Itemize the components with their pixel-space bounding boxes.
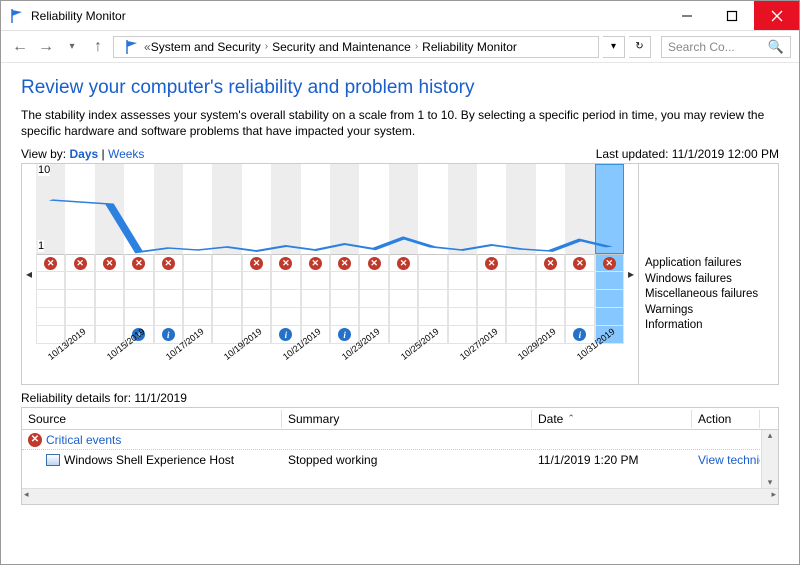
chart-page-right[interactable]: ▸ xyxy=(624,164,638,384)
window-title: Reliability Monitor xyxy=(31,9,664,23)
cell-summary: Stopped working xyxy=(282,451,532,469)
back-button[interactable]: ← xyxy=(9,36,31,58)
cell-action-link[interactable]: View technical d xyxy=(692,451,760,469)
last-updated-value: 11/1/2019 12:00 PM xyxy=(672,147,779,161)
table-header: Source Summary Date Action xyxy=(22,408,778,430)
reliability-chart: ◂ 10 1 ✕✕✕✕✕✕✕✕✕✕✕✕✕✕✕iiiii 10/13/201910… xyxy=(21,163,779,385)
app-icon xyxy=(46,454,60,466)
details-table: Source Summary Date Action ✕ Critical ev… xyxy=(21,407,779,505)
view-weeks-link[interactable]: Weeks xyxy=(108,147,144,161)
legend-misc-failures: Miscellaneous failures xyxy=(645,287,772,303)
error-icon: ✕ xyxy=(603,257,616,270)
error-icon: ✕ xyxy=(544,257,557,270)
error-icon: ✕ xyxy=(485,257,498,270)
breadcrumb[interactable]: « System and Security› Security and Main… xyxy=(113,36,599,58)
error-icon: ✕ xyxy=(279,257,292,270)
col-date[interactable]: Date xyxy=(532,410,692,428)
details-title: Reliability details for: 11/1/2019 xyxy=(21,391,779,405)
error-icon: ✕ xyxy=(397,257,410,270)
legend-information: Information xyxy=(645,318,772,334)
error-icon: ✕ xyxy=(132,257,145,270)
error-icon: ✕ xyxy=(162,257,175,270)
cell-source: Windows Shell Experience Host xyxy=(64,453,234,467)
error-icon: ✕ xyxy=(44,257,57,270)
content: Review your computer's reliability and p… xyxy=(1,63,799,509)
refresh-button[interactable]: ↻ xyxy=(629,36,651,58)
breadcrumb-item[interactable]: System and Security xyxy=(151,40,261,54)
error-icon: ✕ xyxy=(250,257,263,270)
view-toolbar: View by: Days | Weeks Last updated: 11/1… xyxy=(21,147,779,161)
title-bar: Reliability Monitor xyxy=(1,1,799,31)
error-icon: ✕ xyxy=(573,257,586,270)
category-row[interactable]: ✕ Critical events xyxy=(22,430,760,450)
view-by-label: View by: xyxy=(21,147,66,161)
legend-warnings: Warnings xyxy=(645,303,772,319)
date-axis: 10/13/201910/15/201910/17/201910/19/2019… xyxy=(36,344,624,376)
flag-icon xyxy=(124,39,140,55)
event-grid[interactable]: ✕✕✕✕✕✕✕✕✕✕✕✕✕✕✕iiiii xyxy=(36,254,624,344)
search-placeholder: Search Co... xyxy=(668,40,735,54)
window-buttons xyxy=(664,1,799,30)
breadcrumb-item[interactable]: Reliability Monitor xyxy=(422,40,517,54)
col-source[interactable]: Source xyxy=(22,410,282,428)
error-icon: ✕ xyxy=(338,257,351,270)
chart-legend: Application failures Windows failures Mi… xyxy=(638,164,778,384)
search-input[interactable]: Search Co... 🔍 xyxy=(661,36,791,58)
category-label: Critical events xyxy=(46,433,121,447)
page-title: Review your computer's reliability and p… xyxy=(21,77,779,99)
error-icon: ✕ xyxy=(368,257,381,270)
maximize-button[interactable] xyxy=(709,1,754,30)
table-row[interactable]: Windows Shell Experience Host Stopped wo… xyxy=(22,450,778,470)
minimize-button[interactable] xyxy=(664,1,709,30)
horizontal-scrollbar[interactable] xyxy=(22,488,778,504)
search-icon[interactable]: 🔍 xyxy=(768,39,784,55)
info-icon: i xyxy=(573,328,586,341)
chart-page-left[interactable]: ◂ xyxy=(22,164,36,384)
up-button[interactable]: ↑ xyxy=(87,36,109,58)
breadcrumb-ellipsis[interactable]: « xyxy=(144,40,151,54)
col-action[interactable]: Action xyxy=(692,410,760,428)
error-icon: ✕ xyxy=(74,257,87,270)
error-icon: ✕ xyxy=(28,433,42,447)
last-updated-label: Last updated: xyxy=(596,147,669,161)
legend-win-failures: Windows failures xyxy=(645,272,772,288)
page-description: The stability index assesses your system… xyxy=(21,107,779,139)
error-icon: ✕ xyxy=(309,257,322,270)
flag-icon xyxy=(9,8,25,24)
info-icon: i xyxy=(279,328,292,341)
cell-date: 11/1/2019 1:20 PM xyxy=(532,451,692,469)
error-icon: ✕ xyxy=(103,257,116,270)
address-bar: ← → ▾ ↑ « System and Security› Security … xyxy=(1,31,799,63)
col-summary[interactable]: Summary xyxy=(282,410,532,428)
breadcrumb-item[interactable]: Security and Maintenance xyxy=(272,40,411,54)
info-icon: i xyxy=(338,328,351,341)
forward-button[interactable]: → xyxy=(35,36,57,58)
recent-dropdown[interactable]: ▾ xyxy=(61,36,83,58)
legend-app-failures: Application failures xyxy=(645,256,772,272)
breadcrumb-dropdown[interactable]: ▾ xyxy=(603,36,625,58)
view-days-link[interactable]: Days xyxy=(69,147,98,161)
stability-plot[interactable]: 10 1 xyxy=(36,164,624,254)
close-button[interactable] xyxy=(754,1,799,30)
vertical-scrollbar[interactable] xyxy=(761,430,778,488)
info-icon: i xyxy=(162,328,175,341)
